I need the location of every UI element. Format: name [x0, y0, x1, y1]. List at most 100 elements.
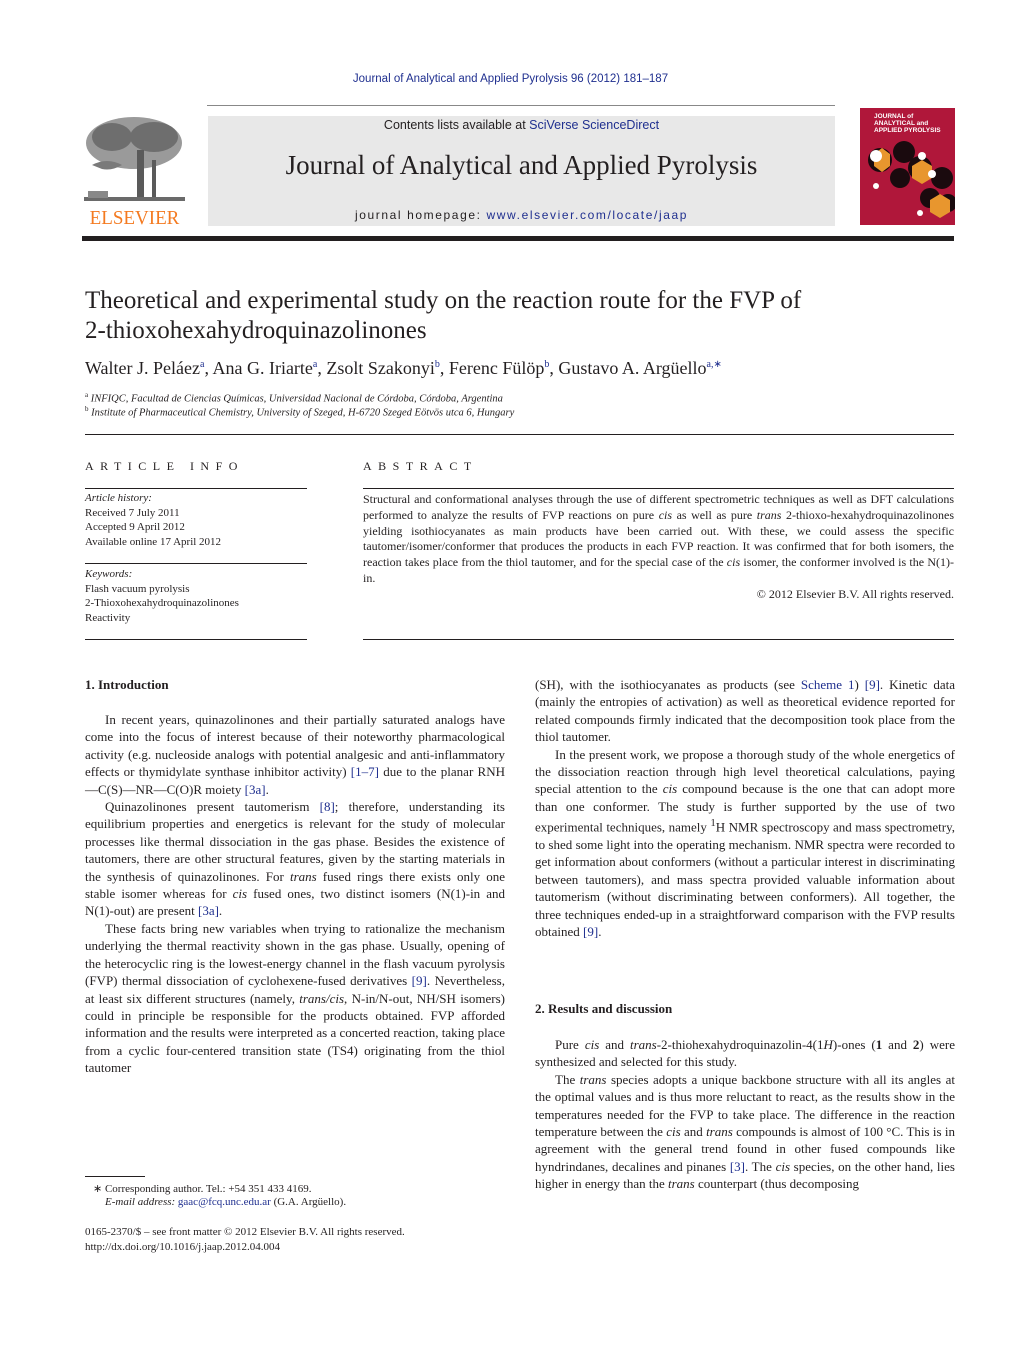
- journal-reference-link[interactable]: Journal of Analytical and Applied Pyroly…: [0, 73, 1021, 85]
- scheme-link[interactable]: Scheme 1: [801, 677, 855, 692]
- reference-link[interactable]: [3]: [730, 1159, 745, 1174]
- text-run: . The: [744, 1158, 776, 1174]
- reference-link[interactable]: [9]: [412, 973, 427, 988]
- reference-link[interactable]: [1–7]: [351, 764, 379, 779]
- keyword: Flash vacuum pyrolysis: [85, 582, 190, 595]
- author-name: Gustavo A. Argüello: [558, 358, 707, 378]
- contents-prefix: Contents lists available at: [383, 118, 530, 132]
- title-divider: [85, 434, 954, 435]
- paragraph: The trans species adopts a unique backbo…: [535, 1071, 955, 1193]
- affiliation-marker: b: [85, 405, 89, 413]
- abstract-text: Structural and conformational analyses t…: [363, 492, 954, 587]
- homepage-link[interactable]: www.elsevier.com/locate/jaap: [487, 208, 689, 222]
- text-run: )-ones (: [832, 1037, 876, 1052]
- contents-line: Contents lists available at SciVerse Sci…: [208, 118, 835, 132]
- corresponding-author-note: ∗ Corresponding author. Tel.: +54 351 43…: [93, 1183, 312, 1195]
- text-run: Quinazolinones present tautomerism: [105, 799, 320, 815]
- article-history: Article history: Received 7 July 2011 Ac…: [85, 491, 307, 549]
- left-column: In recent years, quinazolinones and thei…: [85, 711, 505, 1077]
- divider: [363, 639, 954, 640]
- history-item: Available online 17 April 2012: [85, 535, 222, 548]
- title-line: 2-thioxohexahydroquinazolinones: [85, 317, 427, 344]
- footnote-rule: [85, 1176, 145, 1177]
- affiliation-mark[interactable]: a,∗: [707, 359, 722, 370]
- keywords: Keywords: Flash vacuum pyrolysis 2-Thiox…: [85, 567, 307, 625]
- email-label: E-mail address:: [105, 1196, 178, 1208]
- article-info-heading: ARTICLE INFO: [85, 459, 244, 473]
- text-run: as well as pure: [672, 507, 757, 522]
- affiliation-text: INFIQC, Facultad de Ciencias Químicas, U…: [90, 393, 503, 405]
- section-heading-results: 2. Results and discussion: [535, 1001, 673, 1016]
- text-run: .: [265, 781, 269, 797]
- reference-link[interactable]: [9]: [583, 924, 598, 939]
- affiliation-text: Institute of Pharmaceutical Chemistry, U…: [91, 407, 515, 419]
- text-run: counterpart (thus decomposing: [694, 1176, 859, 1192]
- issn-line: 0165-2370/$ – see front matter © 2012 El…: [85, 1226, 405, 1238]
- author-name: Walter J. Peláez: [85, 358, 200, 378]
- affiliation-marker: a: [85, 391, 89, 399]
- reference-link[interactable]: [3a]: [245, 782, 266, 797]
- author-name: Ana G. Iriarte: [212, 358, 313, 378]
- abstract-heading: ABSTRACT: [363, 459, 478, 473]
- text-italic: trans: [629, 1037, 657, 1052]
- title-line: Theoretical and experimental study on th…: [85, 287, 802, 314]
- right-column-bottom: Pure cis and trans-2-thiohexahydroquinaz…: [535, 1036, 955, 1193]
- reference-link[interactable]: [3a]: [198, 903, 219, 918]
- journal-cover-image: JOURNAL of ANALYTICAL and APPLIED PYROLY…: [860, 108, 955, 225]
- email-link[interactable]: gaac@fcq.unc.edu.ar: [178, 1196, 271, 1208]
- text-run: and: [599, 1037, 630, 1052]
- text-run: Pure: [555, 1037, 585, 1052]
- paragraph: In recent years, quinazolinones and thei…: [85, 711, 505, 798]
- doi-link[interactable]: http://dx.doi.org/10.1016/j.jaap.2012.04…: [85, 1241, 280, 1253]
- text-run: (SH), with the isothiocyanates as produc…: [535, 677, 801, 692]
- paragraph: Quinazolinones present tautomerism [8]; …: [85, 798, 505, 920]
- paragraph: Pure cis and trans-2-thiohexahydroquinaz…: [535, 1036, 955, 1071]
- text-italic: cis: [232, 886, 248, 902]
- email-note: E-mail address: gaac@fcq.unc.edu.ar (G.A…: [105, 1196, 346, 1208]
- cover-title: JOURNAL of ANALYTICAL and APPLIED PYROLY…: [874, 113, 941, 134]
- right-column-top: (SH), with the isothiocyanates as produc…: [535, 676, 955, 940]
- reference-link[interactable]: [8]: [320, 799, 335, 814]
- header-top-rule: [207, 105, 835, 106]
- keywords-label: Keywords:: [85, 568, 133, 580]
- sciencedirect-link[interactable]: SciVerse ScienceDirect: [529, 118, 659, 132]
- text-run: H NMR spectroscopy and mass spectrometry…: [535, 819, 955, 940]
- homepage-line: journal homepage: www.elsevier.com/locat…: [208, 208, 835, 222]
- text-italic: cis: [658, 507, 673, 522]
- text-italic: cis: [775, 1158, 791, 1174]
- text-italic: trans: [756, 507, 782, 522]
- affiliation-mark[interactable]: a: [313, 359, 317, 370]
- affiliation: a INFIQC, Facultad de Ciencias Químicas,…: [85, 391, 503, 405]
- article-title: Theoretical and experimental study on th…: [85, 286, 955, 346]
- paragraph: (SH), with the isothiocyanates as produc…: [535, 676, 955, 746]
- text-italic: cis: [666, 1124, 681, 1140]
- history-item: Accepted 9 April 2012: [85, 521, 185, 533]
- cover-title-line: APPLIED PYROLYSIS: [874, 127, 941, 134]
- homepage-prefix: journal homepage:: [354, 208, 487, 222]
- cover-title-line: ANALYTICAL and: [874, 120, 929, 127]
- reference-link[interactable]: [9]: [865, 677, 880, 692]
- text-italic: cis: [662, 781, 678, 797]
- text-italic: trans: [667, 1176, 695, 1192]
- text-italic: cis: [584, 1037, 600, 1052]
- text-italic: H: [823, 1037, 833, 1052]
- journal-title: Journal of Analytical and Applied Pyroly…: [285, 150, 758, 180]
- divider: [85, 639, 307, 640]
- cover-title-line: JOURNAL of: [874, 113, 914, 120]
- text-italic: trans/cis: [299, 990, 345, 1006]
- affiliation: b Institute of Pharmaceutical Chemistry,…: [85, 405, 514, 419]
- affiliation-mark[interactable]: a: [200, 359, 204, 370]
- text-run: -2-thiohexahydroquinazolin-4(1: [656, 1037, 824, 1052]
- paragraph: In the present work, we propose a thorou…: [535, 746, 955, 941]
- divider: [85, 563, 307, 564]
- divider: [85, 488, 307, 489]
- affiliation-mark[interactable]: b: [435, 359, 440, 370]
- elsevier-tree-icon: [84, 117, 185, 201]
- text-run: and: [680, 1124, 707, 1140]
- affiliation-mark[interactable]: b: [544, 359, 549, 370]
- text-run: and: [882, 1037, 913, 1052]
- text-italic: trans: [579, 1071, 607, 1087]
- header-thick-rule: [82, 236, 954, 241]
- journal-banner: Contents lists available at SciVerse Sci…: [208, 116, 835, 226]
- abstract-copyright: © 2012 Elsevier B.V. All rights reserved…: [756, 587, 954, 601]
